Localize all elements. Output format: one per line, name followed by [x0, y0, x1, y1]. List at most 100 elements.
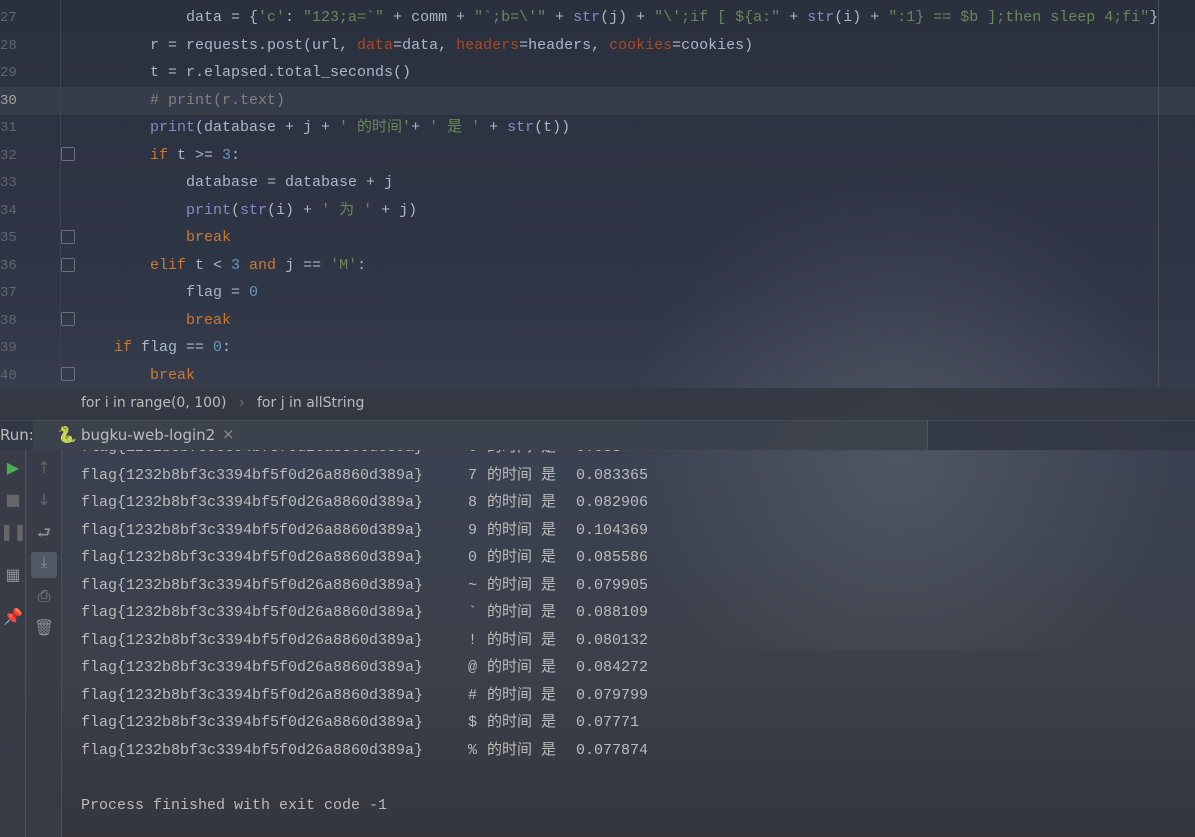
code-line: flag = 0 — [186, 279, 258, 307]
console-char: @ — [468, 659, 478, 676]
code-token: (database + j + — [195, 119, 340, 136]
console-mid: 的时间 是 — [487, 714, 557, 731]
console-mid: 的时间 是 — [487, 466, 557, 484]
code-line: t = r.elapsed.total_seconds() — [150, 59, 411, 87]
scroll-to-end-icon[interactable]: ⤓ — [31, 552, 57, 578]
code-token: headers — [456, 36, 520, 54]
code-token: j == — [276, 256, 331, 274]
console-char: # — [468, 686, 478, 704]
breadcrumb-item[interactable]: for i in range(0, 100) — [81, 395, 226, 411]
console-time: 0.104369 — [576, 521, 649, 539]
code-token: 'M' — [330, 256, 358, 274]
code-token: 'c' — [258, 9, 286, 26]
console-output[interactable]: flag{1232b8bf3c3394bf5f0d26a8860d389a} 6 的… — [0, 450, 1195, 837]
console-char: 7 — [468, 466, 478, 484]
code-token: t >= — [168, 146, 223, 164]
down-arrow-icon[interactable]: ↓ — [31, 490, 57, 509]
code-token: : — [357, 256, 367, 274]
code-line: if flag == 0: — [114, 334, 231, 362]
console-char: 9 — [468, 521, 478, 539]
layout-icon[interactable]: ▦ — [0, 565, 26, 584]
fold-end-icon[interactable] — [61, 230, 75, 244]
code-token: 0 — [249, 284, 259, 301]
run-tab[interactable]: 🐍 bugku-web-login2 × — [33, 421, 928, 451]
fold-end-icon[interactable] — [61, 312, 75, 326]
pin-icon[interactable]: 📌 — [0, 607, 26, 626]
code-token: 3 — [222, 146, 232, 164]
line-number: 29 — [0, 65, 17, 81]
line-number: 28 — [0, 37, 17, 54]
code-token: database = database + j — [186, 174, 394, 191]
code-line: break — [150, 362, 195, 390]
breadcrumb: for i in range(0, 100) › for j in allStr… — [0, 388, 1195, 420]
code-token: } — [1149, 9, 1159, 26]
code-token: + — [411, 119, 430, 136]
python-icon: 🐍 — [57, 425, 77, 444]
code-token: (i) + — [267, 201, 322, 219]
up-arrow-icon[interactable]: ↑ — [31, 458, 57, 477]
code-line: break — [186, 307, 231, 335]
code-line: break — [186, 224, 231, 252]
close-icon[interactable]: × — [222, 425, 235, 443]
print-icon[interactable]: ⎙ — [31, 586, 57, 606]
soft-wrap-icon[interactable]: ⮐ — [31, 522, 57, 549]
console-char: 0 — [468, 549, 478, 566]
code-token: (t)) — [534, 119, 571, 136]
console-flag: flag{1232b8bf3c3394bf5f0d26a8860d389a} — [81, 659, 424, 676]
trash-icon[interactable]: 🗑 — [31, 618, 57, 637]
fold-icon[interactable] — [61, 258, 75, 272]
rerun-icon[interactable]: ▶ — [0, 458, 26, 477]
console-flag: flag{1232b8bf3c3394bf5f0d26a8860d389a} — [81, 549, 424, 566]
code-line: # print(r.text) — [150, 87, 285, 115]
console-time: 0.084272 — [576, 659, 649, 676]
console-char: 6 — [468, 450, 477, 458]
pause-icon[interactable]: ❚❚ — [0, 522, 27, 541]
console-mid: 的时间 是 — [487, 549, 557, 566]
stop-icon[interactable]: ■ — [0, 490, 26, 509]
code-token: =cookies) — [672, 36, 754, 54]
code-token: print — [150, 119, 196, 136]
run-toolbar-secondary: ↑ ↓ ⮐ ⤓ ⎙ 🗑 — [27, 450, 62, 837]
line-number: 34 — [0, 202, 17, 219]
code-line: elif t < 3 and j == 'M': — [150, 252, 366, 280]
code-token: str — [573, 9, 601, 26]
code-token: + — [780, 9, 808, 26]
code-token: + — [480, 119, 508, 136]
console-flag: flag{1232b8bf3c3394bf5f0d26a8860d389a} — [81, 686, 424, 704]
code-token: t < — [186, 256, 232, 274]
line-number: 35 — [0, 230, 17, 246]
console-time: 0.082906 — [576, 494, 649, 511]
breadcrumb-separator-icon: › — [239, 395, 245, 411]
line-number: 33 — [0, 175, 17, 191]
code-token: flag == — [132, 339, 214, 356]
console-flag: flag{1232b8bf3c3394bf5f0d26a8860d389a} — [81, 450, 423, 458]
code-editor[interactable]: 27 data = {'c': "123;a=`" + comm + "`;b=\… — [0, 0, 1195, 388]
console-time: 0.077874 — [576, 741, 649, 759]
fold-icon[interactable] — [61, 147, 75, 161]
code-token: : — [222, 339, 232, 356]
code-token: "123;a=`" — [303, 9, 385, 26]
breadcrumb-item[interactable]: for j in allString — [257, 395, 364, 411]
exit-message: Process finished with exit code -1 — [81, 797, 388, 814]
console-char: 8 — [468, 494, 478, 511]
code-token: 3 — [231, 256, 241, 274]
run-tab-label: bugku-web-login2 — [81, 426, 216, 444]
code-token: # print(r.text) — [150, 91, 286, 109]
line-number: 40 — [0, 367, 17, 384]
code-token: ' 是 ' — [429, 119, 481, 136]
code-token: break — [186, 229, 232, 246]
code-token: and — [240, 256, 277, 274]
code-token: + j) — [372, 201, 418, 219]
line-number: 31 — [0, 120, 17, 136]
console-flag: flag{1232b8bf3c3394bf5f0d26a8860d389a} — [81, 576, 424, 594]
console-time: 0.085586 — [576, 549, 649, 566]
code-token: break — [186, 311, 232, 329]
code-token: r = requests.post(url, — [150, 36, 358, 54]
gutter-divider — [60, 0, 61, 388]
console-mid: 的时间 是 — [487, 494, 557, 511]
run-toolbar-primary: ▶ ■ ❚❚ ▦ 📌 — [0, 450, 27, 837]
code-token: + comm + — [384, 9, 475, 26]
code-token: : — [231, 146, 241, 164]
console-time: 0.079905 — [576, 576, 649, 594]
fold-end-icon[interactable] — [61, 367, 75, 381]
